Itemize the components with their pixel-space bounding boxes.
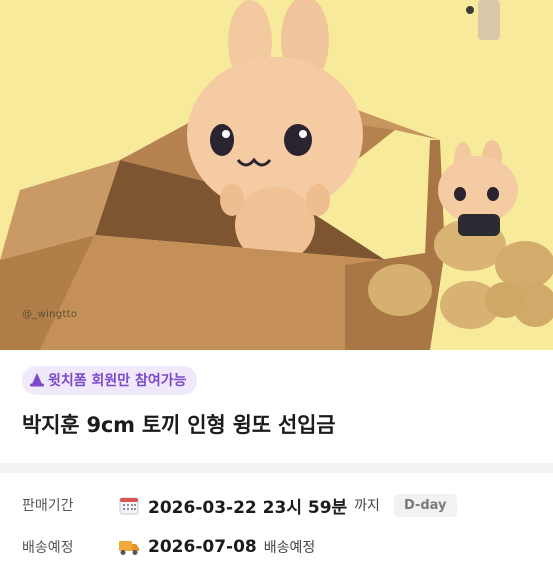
sale-period-row: 판매기간 2026-03-22 23시 59분 까지 D-day [22, 487, 531, 523]
product-info: 윗치폼 회원만 참여가능 박지훈 9cm 토끼 인형 윙또 선입금 [0, 350, 553, 439]
calendar-icon [118, 494, 140, 516]
members-only-label: 윗치폼 회원만 참여가능 [48, 373, 187, 389]
witch-hat-icon [30, 373, 44, 387]
shipping-row: 배송예정 2026-07-08 배송예정 [22, 529, 531, 565]
sale-period-suffix: 까지 [354, 498, 380, 514]
members-only-badge: 윗치폼 회원만 참여가능 [22, 366, 197, 395]
product-details: 판매기간 2026-03-22 23시 59분 까지 D-day 배송예정 20… [0, 473, 553, 565]
sale-period-value: 2026-03-22 23시 59분 [148, 497, 348, 518]
product-title: 박지훈 9cm 토끼 인형 윙또 선입금 [22, 413, 336, 437]
shipping-label: 배송예정 [22, 540, 74, 556]
product-photo-illustration [0, 0, 553, 350]
shipping-date: 2026-07-08 [148, 537, 257, 557]
product-image[interactable]: @_wingtto [0, 0, 553, 350]
sale-period-label: 판매기간 [22, 498, 74, 514]
truck-icon [118, 536, 140, 558]
d-day-badge: D-day [393, 493, 457, 517]
shipping-suffix: 배송예정 [263, 540, 316, 556]
section-divider [0, 463, 553, 473]
watermark-text: @_wingtto [22, 309, 78, 320]
